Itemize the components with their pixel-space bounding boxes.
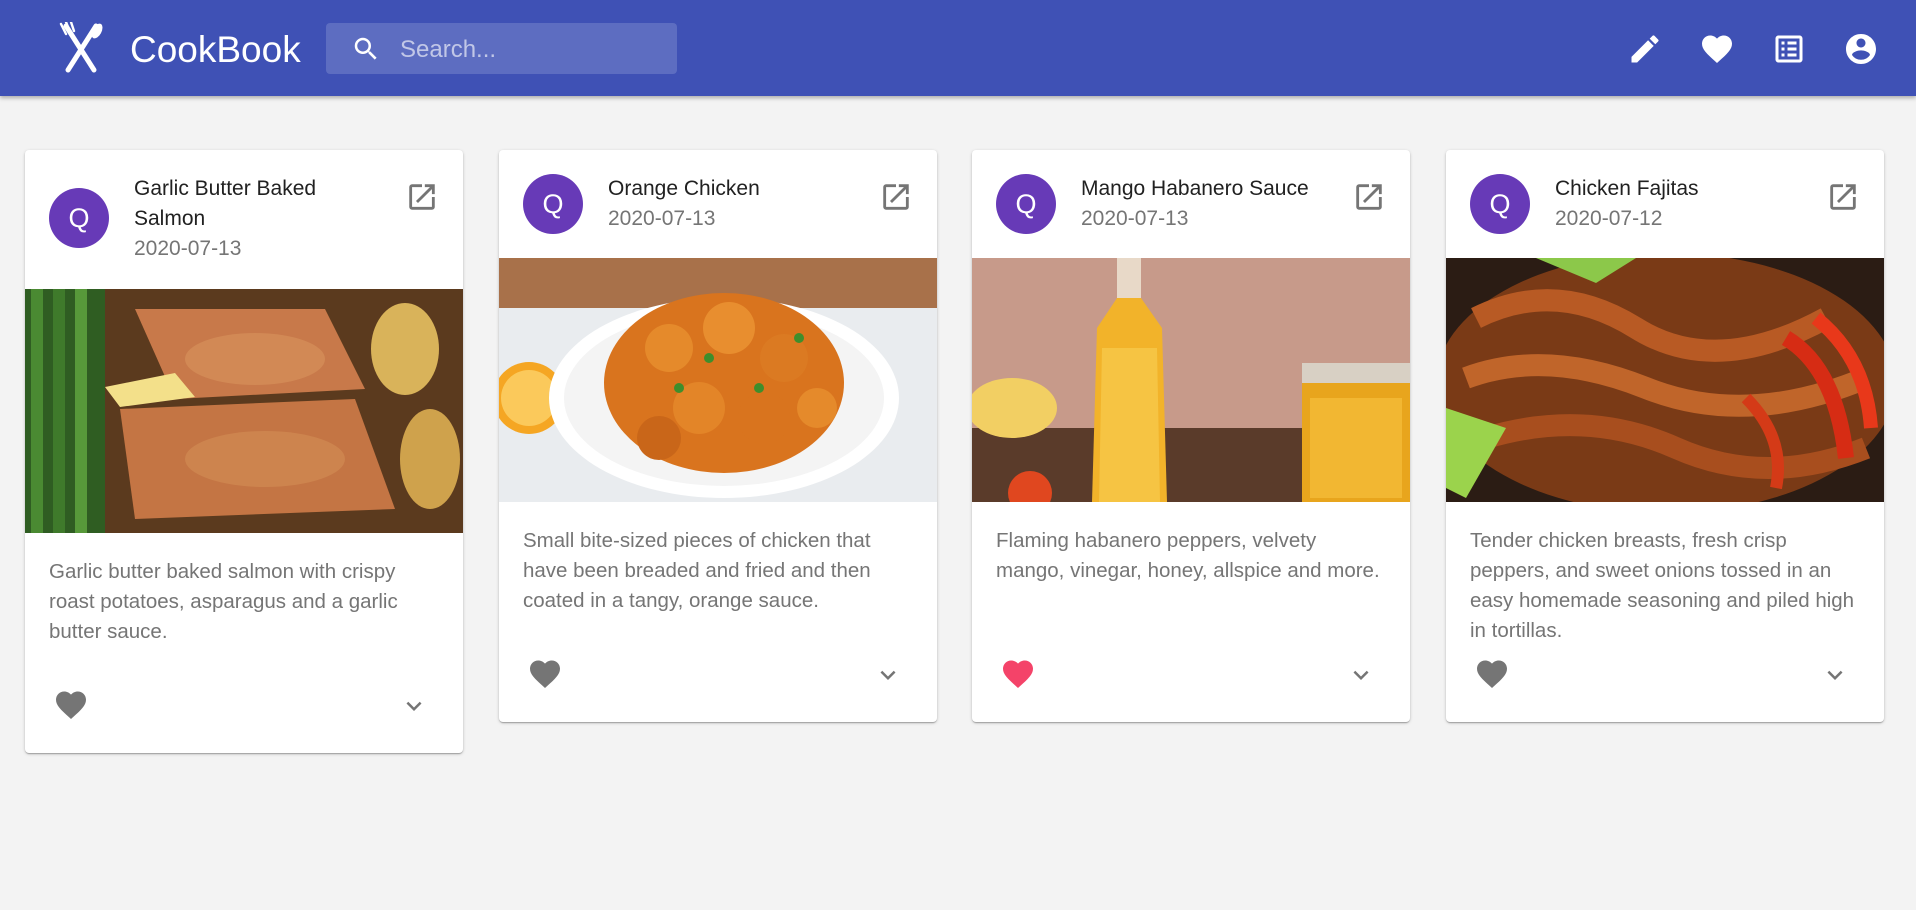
recipe-description: Garlic butter baked salmon with crispy r… [49, 560, 398, 643]
card-actions [499, 634, 937, 722]
heart-icon [1003, 660, 1033, 689]
open-in-new-button[interactable] [1352, 180, 1386, 214]
card-header: Q Mango Habanero Sauce 2020-07-13 [972, 150, 1410, 234]
open-in-new-button[interactable] [405, 180, 439, 214]
avatar: Q [523, 174, 583, 234]
card-actions [972, 634, 1410, 722]
edit-button[interactable] [1627, 31, 1663, 67]
chevron-down-icon [880, 670, 896, 680]
card-actions [25, 665, 463, 753]
card-header: Q Garlic Butter Baked Salmon 2020-07-13 [25, 150, 463, 264]
account-circle-icon [1846, 34, 1876, 64]
open-in-new-icon [1356, 184, 1382, 210]
recipe-description: Small bite-sized pieces of chicken that … [523, 529, 871, 612]
recipe-image [25, 289, 463, 533]
open-in-new-icon [883, 184, 909, 210]
open-in-new-button[interactable] [879, 180, 913, 214]
open-in-new-icon [1830, 184, 1856, 210]
recipe-card: Q Garlic Butter Baked Salmon 2020-07-13 … [25, 150, 463, 753]
favorite-button[interactable] [53, 687, 89, 723]
card-header: Q Orange Chicken 2020-07-13 [499, 150, 937, 234]
favorites-button[interactable] [1699, 31, 1735, 67]
recipe-title: Mango Habanero Sauce [1081, 177, 1309, 200]
recipe-image [1446, 258, 1884, 502]
avatar: Q [996, 174, 1056, 234]
expand-more-button[interactable] [1346, 660, 1376, 690]
expand-more-button[interactable] [873, 660, 903, 690]
app-bar: CookBook [0, 0, 1916, 96]
heart-icon [1477, 660, 1507, 689]
open-in-new-button[interactable] [1826, 180, 1860, 214]
card-actions [1446, 634, 1884, 722]
list-button[interactable] [1771, 31, 1807, 67]
pencil-icon [1631, 35, 1659, 63]
recipe-date: 2020-07-13 [608, 207, 716, 230]
account-button[interactable] [1843, 31, 1879, 67]
expand-more-button[interactable] [399, 691, 429, 721]
recipe-card: Q Chicken Fajitas 2020-07-12 Tender chic… [1446, 150, 1884, 722]
chevron-down-icon [1353, 670, 1369, 680]
recipe-description: Tender chicken breasts, fresh crisp pepp… [1470, 529, 1855, 642]
recipe-image [972, 258, 1410, 502]
avatar: Q [1470, 174, 1530, 234]
chevron-down-icon [406, 701, 422, 711]
card-header: Q Chicken Fajitas 2020-07-12 [1446, 150, 1884, 234]
recipe-description: Flaming habanero peppers, velvety mango,… [996, 529, 1380, 582]
expand-more-button[interactable] [1820, 660, 1850, 690]
recipe-title: Orange Chicken [608, 177, 760, 200]
favorite-button[interactable] [1000, 656, 1036, 692]
recipe-image [499, 258, 937, 502]
recipe-title: Chicken Fajitas [1555, 177, 1699, 200]
favorite-button[interactable] [527, 656, 563, 692]
heart-icon [1702, 35, 1732, 64]
chevron-down-icon [1827, 670, 1843, 680]
heart-icon [530, 660, 560, 689]
recipe-date: 2020-07-13 [134, 237, 242, 260]
avatar: Q [49, 188, 109, 248]
list-icon [1775, 35, 1803, 63]
heart-icon [56, 691, 86, 720]
recipe-date: 2020-07-12 [1555, 207, 1663, 230]
recipe-title: Garlic Butter Baked Salmon [134, 177, 317, 230]
open-in-new-icon [409, 184, 435, 210]
recipe-card: Q Orange Chicken 2020-07-13 Small bite-s… [499, 150, 937, 722]
favorite-button[interactable] [1474, 656, 1510, 692]
recipe-date: 2020-07-13 [1081, 207, 1189, 230]
recipe-card: Q Mango Habanero Sauce 2020-07-13 Flamin… [972, 150, 1410, 722]
toolbar-actions [0, 31, 1916, 67]
